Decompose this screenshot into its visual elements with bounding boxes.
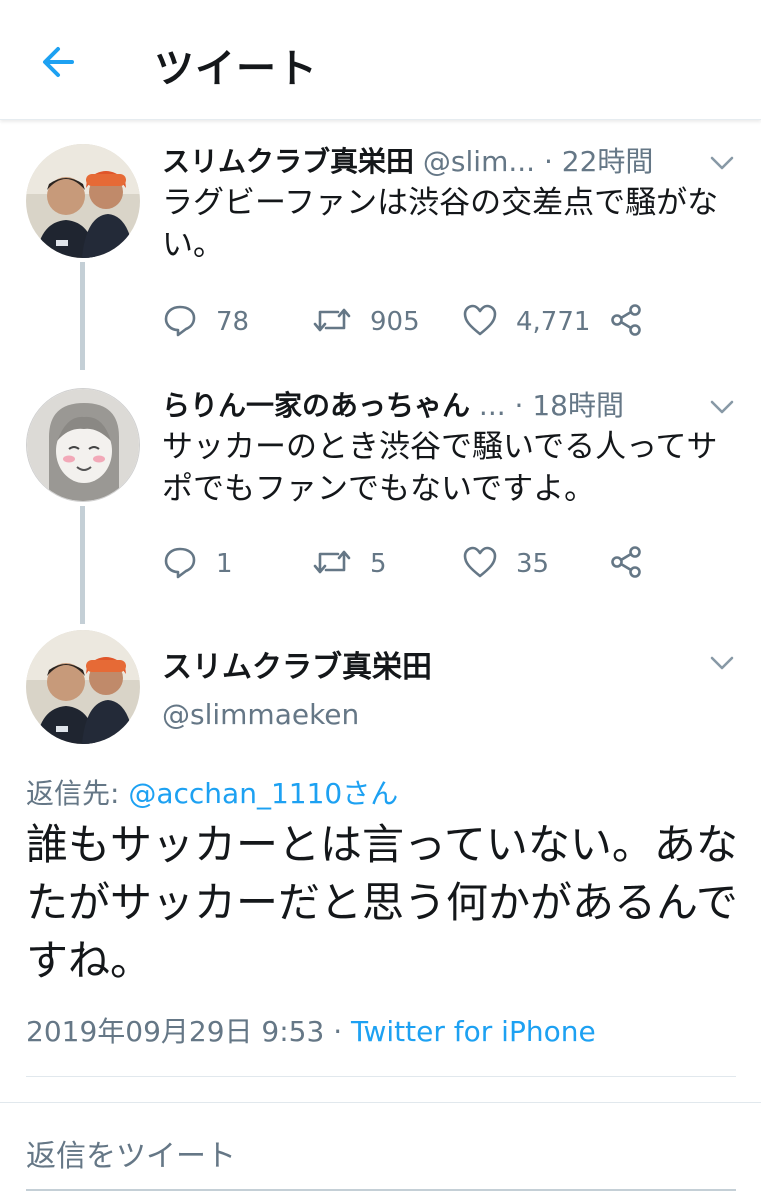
- chevron-down-icon[interactable]: [709, 150, 735, 176]
- reply-icon: [162, 302, 198, 342]
- like-icon: [462, 544, 498, 584]
- tweet-text: 誰もサッカーとは言っていない。あなたがサッカーだと思う何かがあるんですね。: [26, 820, 738, 985]
- divider: [26, 1076, 736, 1077]
- handle[interactable]: @slimmaeken: [162, 698, 359, 731]
- chevron-down-icon[interactable]: [709, 394, 735, 420]
- like-button[interactable]: 4,771: [462, 302, 590, 342]
- tweet-text: ラグビーファンは渋谷の交差点で騒がない。: [162, 185, 719, 263]
- retweet-button[interactable]: 905: [312, 302, 420, 342]
- timestamp-text: 2019年09月29日 9:53 ·: [26, 1015, 343, 1048]
- thread-tweet[interactable]: らりん一家のあっちゃん ... · 18時間 サッカーのとき渋谷で騒いでる人って…: [0, 384, 761, 624]
- tweet-text: サッカーのとき渋谷で騒いでる人ってサポでもファンでもないですよ。: [162, 429, 718, 507]
- handle[interactable]: ...: [479, 389, 506, 422]
- reply-input-underline: [26, 1189, 736, 1191]
- tweet-actions: 78 905 4,771: [162, 302, 722, 342]
- display-name[interactable]: らりん一家のあっちゃん: [162, 389, 470, 422]
- reply-button[interactable]: 1: [162, 544, 233, 584]
- reply-icon: [162, 544, 198, 584]
- like-icon: [462, 302, 498, 342]
- like-count: 35: [516, 549, 550, 579]
- handle[interactable]: @slim...: [423, 145, 535, 178]
- thread-connector: [80, 506, 85, 624]
- thread-tweet[interactable]: スリムクラブ真栄田 @slim... · 22時間 ラグビーファンは渋谷の交差点…: [0, 140, 761, 370]
- tweet-time: · 22時間: [543, 145, 654, 178]
- reply-bar: 返信をツイート: [0, 1102, 761, 1200]
- chevron-down-icon[interactable]: [709, 650, 735, 676]
- page-title: ツイート: [154, 46, 318, 92]
- thread-connector: [80, 262, 85, 370]
- retweet-icon: [312, 302, 352, 342]
- retweet-count: 5: [370, 549, 387, 579]
- avatar[interactable]: [26, 144, 140, 258]
- avatar[interactable]: [26, 630, 140, 744]
- reply-to-user-link[interactable]: @acchan_1110さん: [128, 777, 398, 810]
- reply-to-label: 返信先:: [26, 777, 120, 810]
- reply-button[interactable]: 78: [162, 302, 249, 342]
- display-name[interactable]: スリムクラブ真栄田: [162, 145, 414, 178]
- share-button[interactable]: [608, 302, 644, 342]
- top-bar: ツイート: [0, 0, 761, 120]
- retweet-count: 905: [370, 307, 420, 337]
- tweet-header: スリムクラブ真栄田 @slim... · 22時間: [162, 140, 702, 180]
- avatar[interactable]: [26, 388, 140, 502]
- display-name[interactable]: スリムクラブ真栄田: [162, 642, 432, 686]
- focused-tweet: スリムクラブ真栄田 @slimmaeken 返信先: @acchan_1110さ…: [0, 628, 761, 1068]
- share-icon: [608, 544, 644, 584]
- source-link[interactable]: Twitter for iPhone: [351, 1015, 596, 1048]
- reply-count: 1: [216, 549, 233, 579]
- share-icon: [608, 302, 644, 342]
- reply-context: 返信先: @acchan_1110さん: [26, 772, 398, 812]
- reply-count: 78: [216, 307, 250, 337]
- tweet-timestamp: 2019年09月29日 9:53 · Twitter for iPhone: [26, 1010, 596, 1050]
- tweet-time: · 18時間: [514, 389, 624, 422]
- reply-input[interactable]: 返信をツイート: [26, 1131, 236, 1175]
- back-arrow-icon[interactable]: [36, 40, 80, 84]
- share-button[interactable]: [608, 544, 644, 584]
- tweet-header: らりん一家のあっちゃん ... · 18時間: [162, 384, 702, 424]
- tweet-actions: 1 5 35: [162, 544, 722, 584]
- like-count: 4,771: [516, 307, 591, 337]
- retweet-button[interactable]: 5: [312, 544, 387, 584]
- like-button[interactable]: 35: [462, 544, 549, 584]
- retweet-icon: [312, 544, 352, 584]
